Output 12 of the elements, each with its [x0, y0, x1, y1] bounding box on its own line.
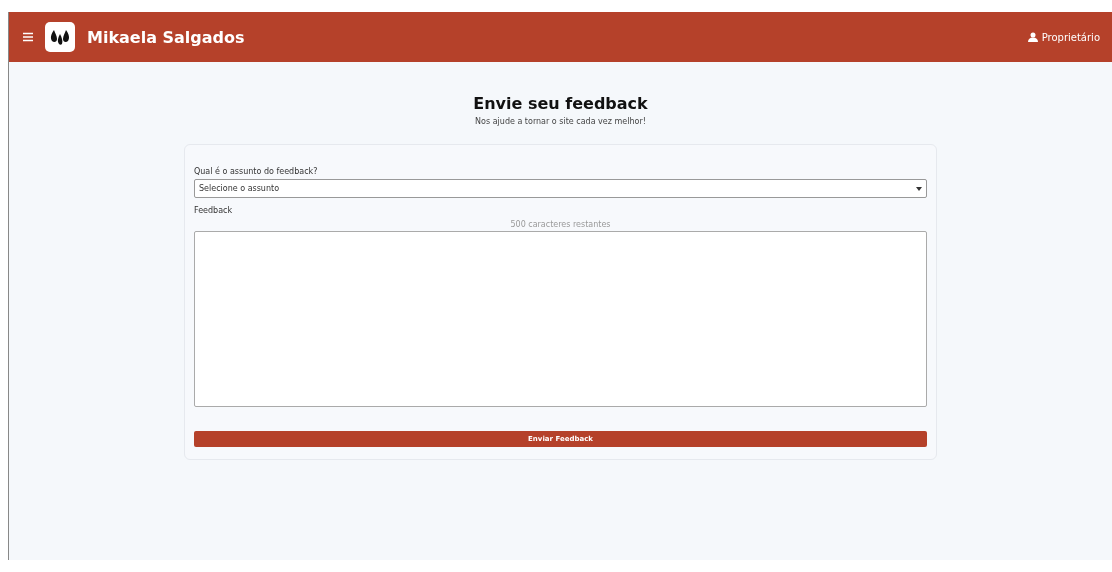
subject-select[interactable]: Selecione o assunto [194, 179, 927, 198]
user-icon [1027, 32, 1038, 42]
page-title: Envie seu feedback [473, 94, 648, 113]
user-link[interactable]: Proprietário [1027, 31, 1100, 43]
menu-icon[interactable] [23, 32, 33, 42]
page-subtitle: Nos ajude a tornar o site cada vez melhor! [475, 117, 646, 126]
caret-icon [916, 186, 922, 191]
character-counter: 500 caracteres restantes [510, 220, 611, 229]
field-label: Feedback [194, 206, 234, 215]
brand-name: Mikaela Salgados [87, 27, 245, 47]
logo-icon [45, 22, 75, 52]
field-label: Qual é o assunto do feedback? [194, 167, 319, 176]
